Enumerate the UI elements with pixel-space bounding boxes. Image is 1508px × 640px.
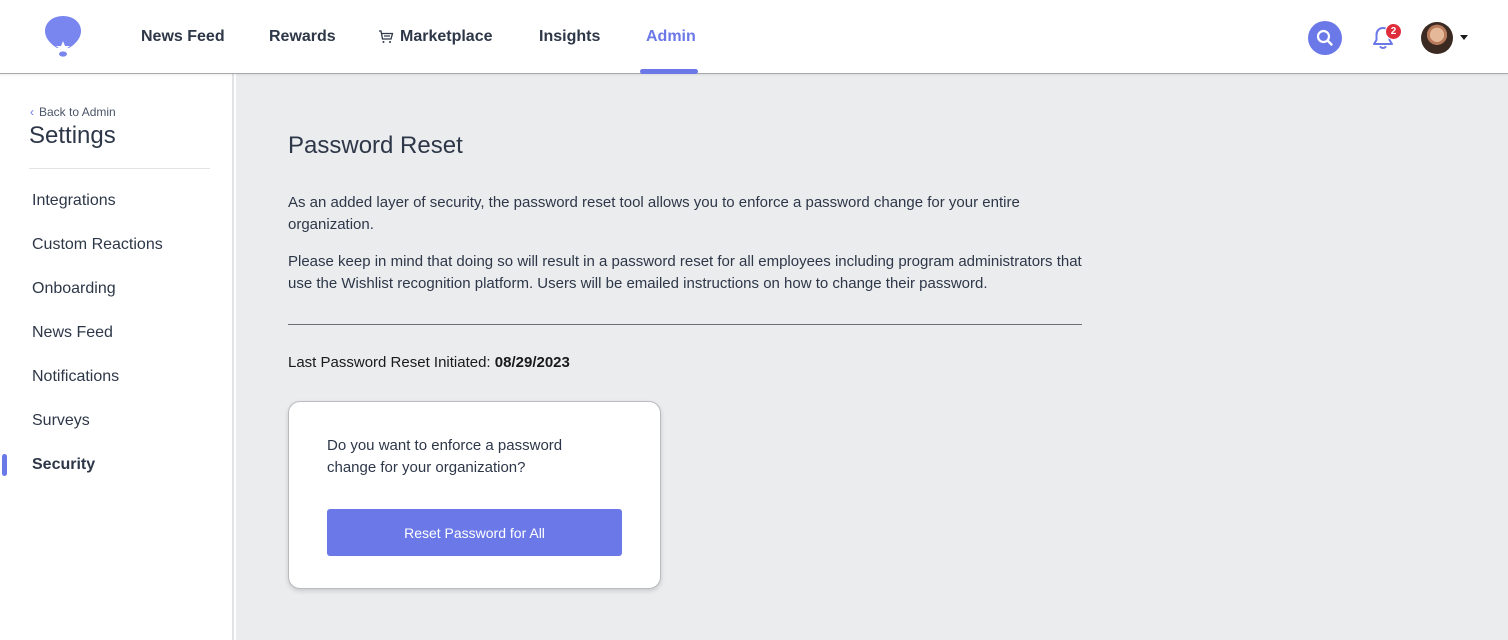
sidebar-item-onboarding[interactable]: Onboarding xyxy=(32,280,116,298)
sidebar-item-custom-reactions[interactable]: Custom Reactions xyxy=(32,236,163,254)
sidebar-title: Settings xyxy=(29,122,116,149)
description-paragraph-2: Please keep in mind that doing so will r… xyxy=(288,253,1082,292)
sidebar-item-security[interactable]: Security xyxy=(32,456,95,474)
search-icon xyxy=(1316,29,1333,46)
avatar[interactable] xyxy=(1421,22,1453,54)
notification-badge: 2 xyxy=(1385,23,1402,40)
description-paragraph-1: As an added layer of security, the passw… xyxy=(288,194,1020,233)
active-tab-indicator xyxy=(640,69,698,74)
reset-password-for-all-button[interactable]: Reset Password for All xyxy=(327,509,622,556)
sidebar-item-integrations[interactable]: Integrations xyxy=(32,192,116,210)
nav-admin[interactable]: Admin xyxy=(646,0,696,74)
nav-insights[interactable]: Insights xyxy=(539,0,600,74)
last-reset-date: 08/29/2023 xyxy=(494,354,570,371)
top-navigation: News Feed Rewards Marketplace Insights A… xyxy=(0,0,1508,74)
page-title: Password Reset xyxy=(288,132,463,159)
nav-rewards-label: Rewards xyxy=(269,28,336,45)
last-reset-label: Last Password Reset Initiated: xyxy=(288,354,491,371)
back-to-admin-label: Back to Admin xyxy=(39,105,116,119)
sidebar-item-surveys[interactable]: Surveys xyxy=(32,412,90,430)
nav-news-feed-label: News Feed xyxy=(141,28,225,45)
content-divider xyxy=(288,324,1082,325)
nav-admin-label: Admin xyxy=(646,28,696,45)
search-button[interactable] xyxy=(1308,21,1342,55)
nav-marketplace[interactable]: Marketplace xyxy=(378,0,493,74)
wishlist-logo-icon[interactable] xyxy=(44,15,82,57)
cart-icon xyxy=(379,30,394,43)
caret-down-icon[interactable] xyxy=(1460,35,1468,40)
nav-marketplace-label: Marketplace xyxy=(400,28,493,45)
reset-confirmation-card: Do you want to enforce a password change… xyxy=(288,401,661,589)
nav-news-feed[interactable]: News Feed xyxy=(141,0,225,74)
sidebar-active-indicator xyxy=(2,454,7,476)
main-content: Password Reset As an added layer of secu… xyxy=(236,74,1508,640)
nav-insights-label: Insights xyxy=(539,28,601,45)
chevron-left-icon: ‹ xyxy=(30,105,34,119)
sidebar-item-news-feed[interactable]: News Feed xyxy=(32,324,113,342)
sidebar-divider xyxy=(29,168,210,169)
back-to-admin-link[interactable]: ‹ Back to Admin xyxy=(30,105,116,119)
nav-rewards[interactable]: Rewards xyxy=(269,0,336,74)
sidebar-item-notifications[interactable]: Notifications xyxy=(32,368,119,386)
settings-sidebar: ‹ Back to Admin Settings Integrations Cu… xyxy=(0,74,234,640)
last-reset-info: Last Password Reset Initiated: 08/29/202… xyxy=(288,354,570,371)
reset-question: Do you want to enforce a password change… xyxy=(327,437,563,476)
